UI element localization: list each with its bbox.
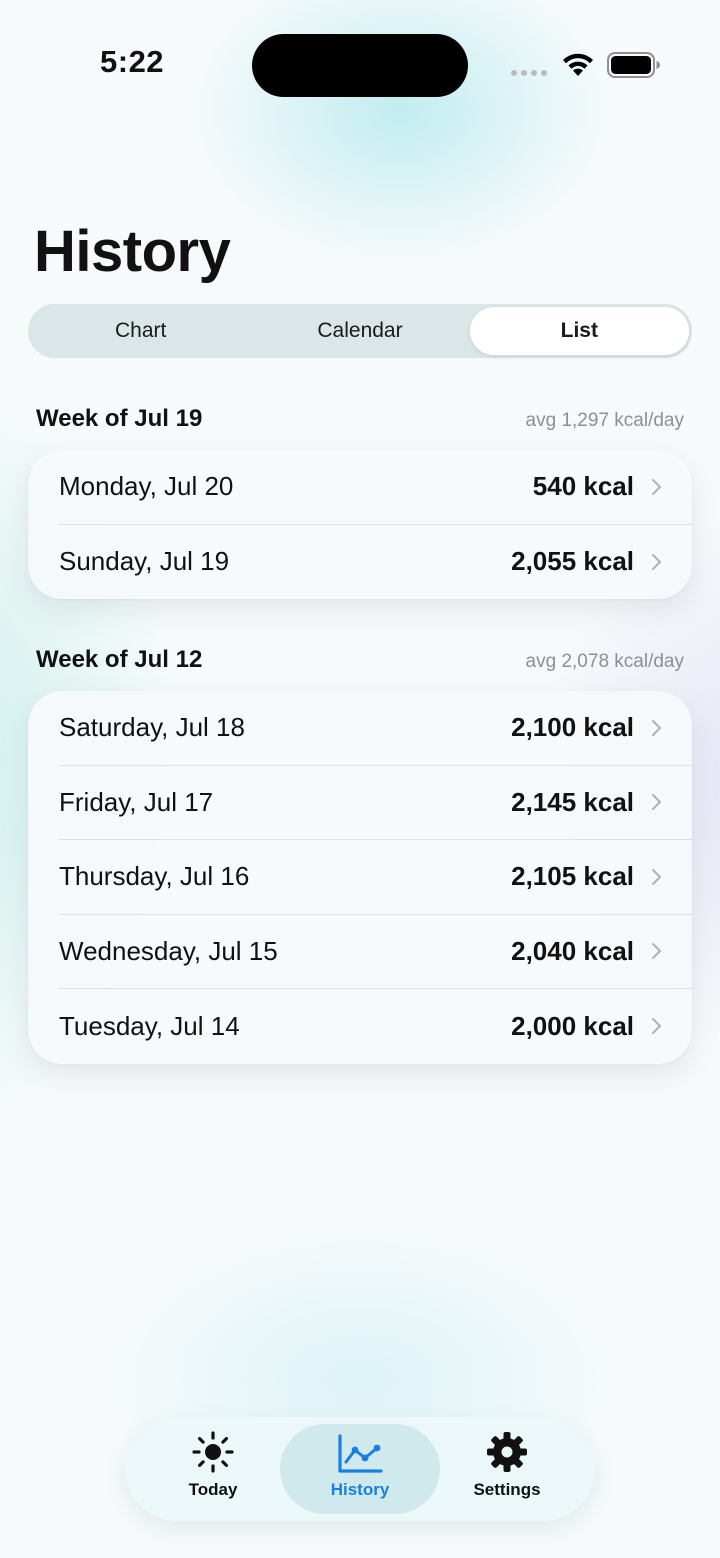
day-label: Friday, Jul 17	[59, 786, 214, 817]
day-kcal: 2,040 kcal	[511, 935, 634, 966]
segment-calendar[interactable]: Calendar	[250, 307, 469, 355]
day-row[interactable]: Thursday, Jul 16 2,105 kcal	[59, 840, 692, 915]
wifi-icon	[563, 53, 593, 76]
section-title: Week of Jul 19	[36, 405, 203, 432]
section-average: avg 2,078 kcal/day	[525, 651, 684, 672]
line-chart-icon	[338, 1434, 383, 1473]
tab-today[interactable]: Today	[133, 1424, 293, 1514]
section-title: Week of Jul 12	[36, 646, 203, 673]
day-kcal: 2,000 kcal	[511, 1010, 634, 1041]
day-label: Sunday, Jul 19	[59, 546, 230, 577]
day-row[interactable]: Monday, Jul 20 540 kcal	[59, 450, 692, 525]
tab-label: Today	[188, 1480, 238, 1499]
battery-icon	[607, 52, 660, 78]
day-row[interactable]: Wednesday, Jul 15 2,040 kcal	[59, 915, 692, 989]
status-time: 5:22	[100, 44, 165, 79]
tab-label: History	[330, 1480, 390, 1499]
day-row[interactable]: Friday, Jul 17 2,145 kcal	[59, 766, 692, 840]
day-kcal: 2,145 kcal	[511, 786, 634, 817]
week-card: Saturday, Jul 18 2,100 kcal Friday, Jul …	[28, 691, 692, 1064]
day-label: Monday, Jul 20	[59, 471, 234, 502]
day-kcal: 2,055 kcal	[511, 546, 634, 577]
chevron-right-icon	[652, 794, 661, 811]
day-kcal: 540 kcal	[532, 471, 634, 502]
tab-label: Settings	[473, 1480, 541, 1499]
tab-history[interactable]: History	[280, 1424, 440, 1514]
sun-icon	[192, 1431, 234, 1473]
page-title: History	[34, 219, 231, 284]
day-row[interactable]: Tuesday, Jul 14 2,000 kcal	[59, 989, 692, 1064]
chevron-right-icon	[652, 553, 661, 570]
view-mode-segmented-control: Chart Calendar List	[28, 304, 692, 358]
chevron-right-icon	[652, 868, 661, 885]
chevron-right-icon	[652, 1018, 661, 1035]
chevron-right-icon	[652, 478, 661, 495]
chevron-right-icon	[652, 719, 661, 736]
cellular-signal-icon	[511, 70, 547, 76]
day-row[interactable]: Saturday, Jul 18 2,100 kcal	[59, 691, 692, 766]
section-header: Week of Jul 12 avg 2,078 kcal/day	[36, 646, 686, 674]
day-label: Saturday, Jul 18	[59, 712, 245, 743]
day-kcal: 2,100 kcal	[511, 712, 634, 743]
section-header: Week of Jul 19 avg 1,297 kcal/day	[36, 405, 686, 433]
tab-settings[interactable]: Settings	[427, 1424, 587, 1514]
gear-icon	[487, 1432, 527, 1472]
segment-list[interactable]: List	[469, 307, 689, 355]
section-average: avg 1,297 kcal/day	[525, 410, 684, 431]
day-label: Thursday, Jul 16	[59, 861, 250, 892]
week-card: Monday, Jul 20 540 kcal Sunday, Jul 19 2…	[28, 450, 692, 599]
tab-bar: Today History Settings	[125, 1417, 595, 1521]
day-label: Tuesday, Jul 14	[59, 1010, 240, 1041]
day-row[interactable]: Sunday, Jul 19 2,055 kcal	[59, 525, 692, 600]
day-label: Wednesday, Jul 15	[59, 935, 278, 966]
dynamic-island	[252, 34, 468, 97]
chevron-right-icon	[652, 943, 661, 960]
day-kcal: 2,105 kcal	[511, 861, 634, 892]
segment-chart[interactable]: Chart	[31, 307, 250, 355]
